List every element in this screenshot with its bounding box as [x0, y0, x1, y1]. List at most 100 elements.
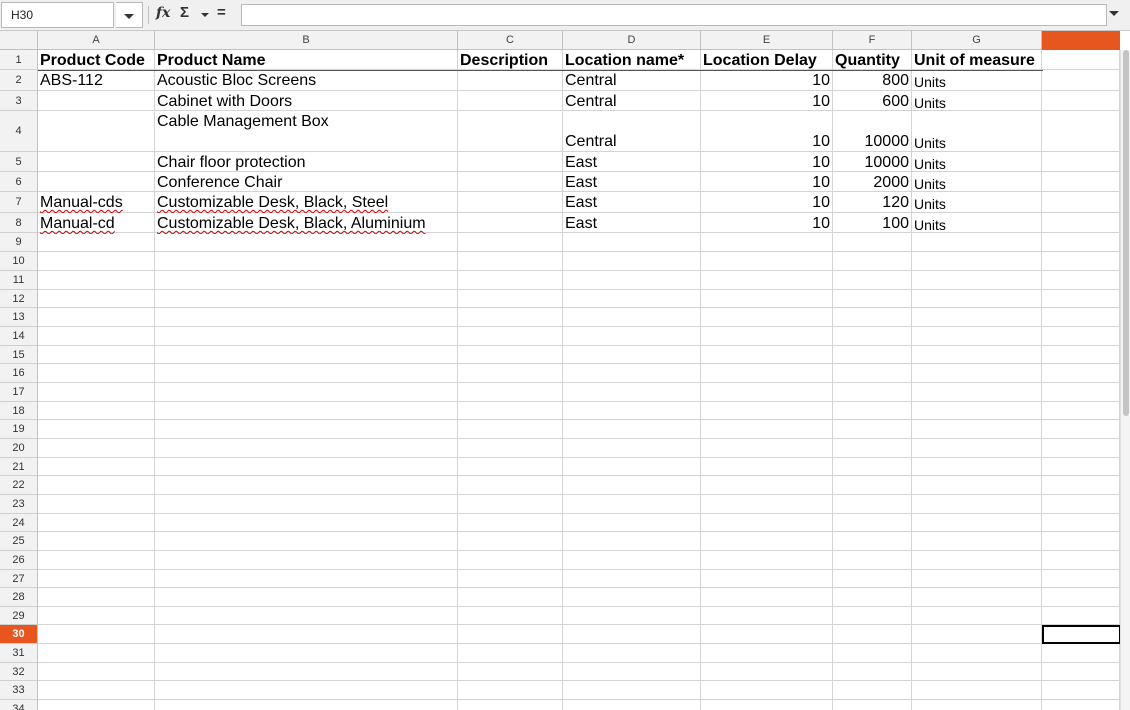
row-header-3[interactable]: 3: [0, 91, 38, 111]
formula-icon[interactable]: =: [217, 4, 226, 21]
cell-unit-row-3[interactable]: Units: [912, 92, 1041, 112]
cell-code-row-4[interactable]: [38, 132, 154, 152]
row-header-15[interactable]: 15: [0, 346, 38, 364]
row-header-5[interactable]: 5: [0, 152, 38, 172]
cell-code-row-7[interactable]: Manual-cds: [38, 193, 154, 213]
header-product-code[interactable]: Product Code: [38, 51, 155, 70]
column-header-c[interactable]: C: [458, 31, 563, 50]
cell-quantity-row-7[interactable]: 120: [833, 193, 911, 213]
row-header-18[interactable]: 18: [0, 402, 38, 420]
header-description[interactable]: Description: [458, 51, 563, 70]
cell-delay-row-8[interactable]: 10: [701, 214, 832, 234]
row-header-1[interactable]: 1: [0, 50, 38, 70]
cell-location-row-4[interactable]: Central: [563, 132, 700, 152]
sum-icon[interactable]: Σ: [180, 4, 189, 21]
row-header-33[interactable]: 33: [0, 681, 38, 700]
cell-description-row-4[interactable]: [458, 132, 562, 152]
cell-delay-row-4[interactable]: 10: [701, 132, 832, 152]
row-header-29[interactable]: 29: [0, 607, 38, 625]
header-location-name[interactable]: Location name*: [563, 51, 701, 70]
cell-delay-row-3[interactable]: 10: [701, 92, 832, 112]
column-header-h[interactable]: [1042, 31, 1120, 50]
header-unit-of-measure[interactable]: Unit of measure: [912, 51, 1044, 70]
cell-description-row-3[interactable]: [458, 92, 562, 112]
cell-name-row-4[interactable]: Cable Management Box: [155, 112, 457, 132]
expand-formula-bar-icon[interactable]: [1109, 11, 1119, 16]
cell-unit-row-6[interactable]: Units: [912, 173, 1041, 193]
cell-location-row-2[interactable]: Central: [563, 71, 700, 91]
cell-description-row-2[interactable]: [458, 71, 562, 91]
cell-code-row-2[interactable]: ABS-112: [38, 71, 154, 91]
column-header-g[interactable]: G: [912, 31, 1042, 50]
cell-location-row-8[interactable]: East: [563, 214, 700, 234]
header-product-name[interactable]: Product Name: [155, 51, 458, 70]
row-header-14[interactable]: 14: [0, 327, 38, 346]
row-header-6[interactable]: 6: [0, 172, 38, 192]
row-header-19[interactable]: 19: [0, 420, 38, 439]
scrollbar-thumb[interactable]: [1123, 50, 1129, 416]
header-quantity[interactable]: Quantity: [833, 51, 912, 70]
cell-location-row-6[interactable]: East: [563, 173, 700, 193]
row-header-16[interactable]: 16: [0, 364, 38, 383]
row-header-2[interactable]: 2: [0, 70, 38, 91]
header-location-delay[interactable]: Location Delay: [701, 51, 833, 70]
row-header-25[interactable]: 25: [0, 532, 38, 551]
row-header-32[interactable]: 32: [0, 663, 38, 681]
formula-input[interactable]: [241, 4, 1107, 26]
row-header-21[interactable]: 21: [0, 458, 38, 476]
row-header-31[interactable]: 31: [0, 644, 38, 663]
select-all-corner[interactable]: [0, 31, 38, 50]
row-header-23[interactable]: 23: [0, 495, 38, 514]
cell-delay-row-6[interactable]: 10: [701, 173, 832, 193]
cell-unit-row-5[interactable]: Units: [912, 153, 1041, 173]
row-header-26[interactable]: 26: [0, 551, 38, 570]
cell-name-row-5[interactable]: Chair floor protection: [155, 153, 457, 173]
cell-description-row-7[interactable]: [458, 193, 562, 213]
name-box[interactable]: H30: [1, 2, 114, 28]
function-wizard-icon[interactable]: fx: [156, 5, 170, 21]
cell-code-row-5[interactable]: [38, 153, 154, 173]
cell-quantity-row-4[interactable]: 10000: [833, 132, 911, 152]
row-header-13[interactable]: 13: [0, 308, 38, 327]
cell-delay-row-5[interactable]: 10: [701, 153, 832, 173]
name-box-dropdown-button[interactable]: [116, 2, 143, 28]
column-header-a[interactable]: A: [38, 31, 155, 50]
cell-quantity-row-8[interactable]: 100: [833, 214, 911, 234]
cell-location-row-7[interactable]: East: [563, 193, 700, 213]
row-header-34[interactable]: 34: [0, 700, 38, 710]
cell-name-row-7[interactable]: Customizable Desk, Black, Steel: [155, 193, 457, 213]
row-header-8[interactable]: 8: [0, 213, 38, 233]
row-header-11[interactable]: 11: [0, 271, 38, 290]
row-header-22[interactable]: 22: [0, 476, 38, 495]
row-header-30[interactable]: 30: [0, 625, 38, 644]
cell-unit-row-8[interactable]: Units: [912, 214, 1041, 234]
row-header-7[interactable]: 7: [0, 192, 38, 213]
cell-code-row-8[interactable]: Manual-cd: [38, 214, 154, 234]
column-header-e[interactable]: E: [701, 31, 833, 50]
column-header-f[interactable]: F: [833, 31, 912, 50]
cell-name-row-8[interactable]: Customizable Desk, Black, Aluminium: [155, 214, 457, 234]
row-header-10[interactable]: 10: [0, 252, 38, 271]
cell-quantity-row-3[interactable]: 600: [833, 92, 911, 112]
row-header-9[interactable]: 9: [0, 233, 38, 252]
active-cell-cursor[interactable]: [1042, 625, 1121, 644]
column-header-b[interactable]: B: [155, 31, 458, 50]
row-header-4[interactable]: 4: [0, 111, 38, 152]
vertical-scrollbar[interactable]: [1120, 50, 1130, 710]
cell-code-row-3[interactable]: [38, 92, 154, 112]
sum-dropdown-icon[interactable]: [201, 13, 209, 17]
cell-quantity-row-6[interactable]: 2000: [833, 173, 911, 193]
cell-unit-row-4[interactable]: Units: [912, 132, 1041, 152]
cell-name-row-6[interactable]: Conference Chair: [155, 173, 457, 193]
cell-description-row-8[interactable]: [458, 214, 562, 234]
cell-unit-row-7[interactable]: Units: [912, 193, 1041, 213]
row-header-20[interactable]: 20: [0, 439, 38, 458]
cell-name-row-3[interactable]: Cabinet with Doors: [155, 92, 457, 112]
row-header-28[interactable]: 28: [0, 588, 38, 607]
cell-location-row-3[interactable]: Central: [563, 92, 700, 112]
cell-unit-row-2[interactable]: Units: [912, 71, 1041, 91]
cell-location-row-5[interactable]: East: [563, 153, 700, 173]
row-header-12[interactable]: 12: [0, 290, 38, 308]
column-header-d[interactable]: D: [563, 31, 701, 50]
cell-description-row-6[interactable]: [458, 173, 562, 193]
